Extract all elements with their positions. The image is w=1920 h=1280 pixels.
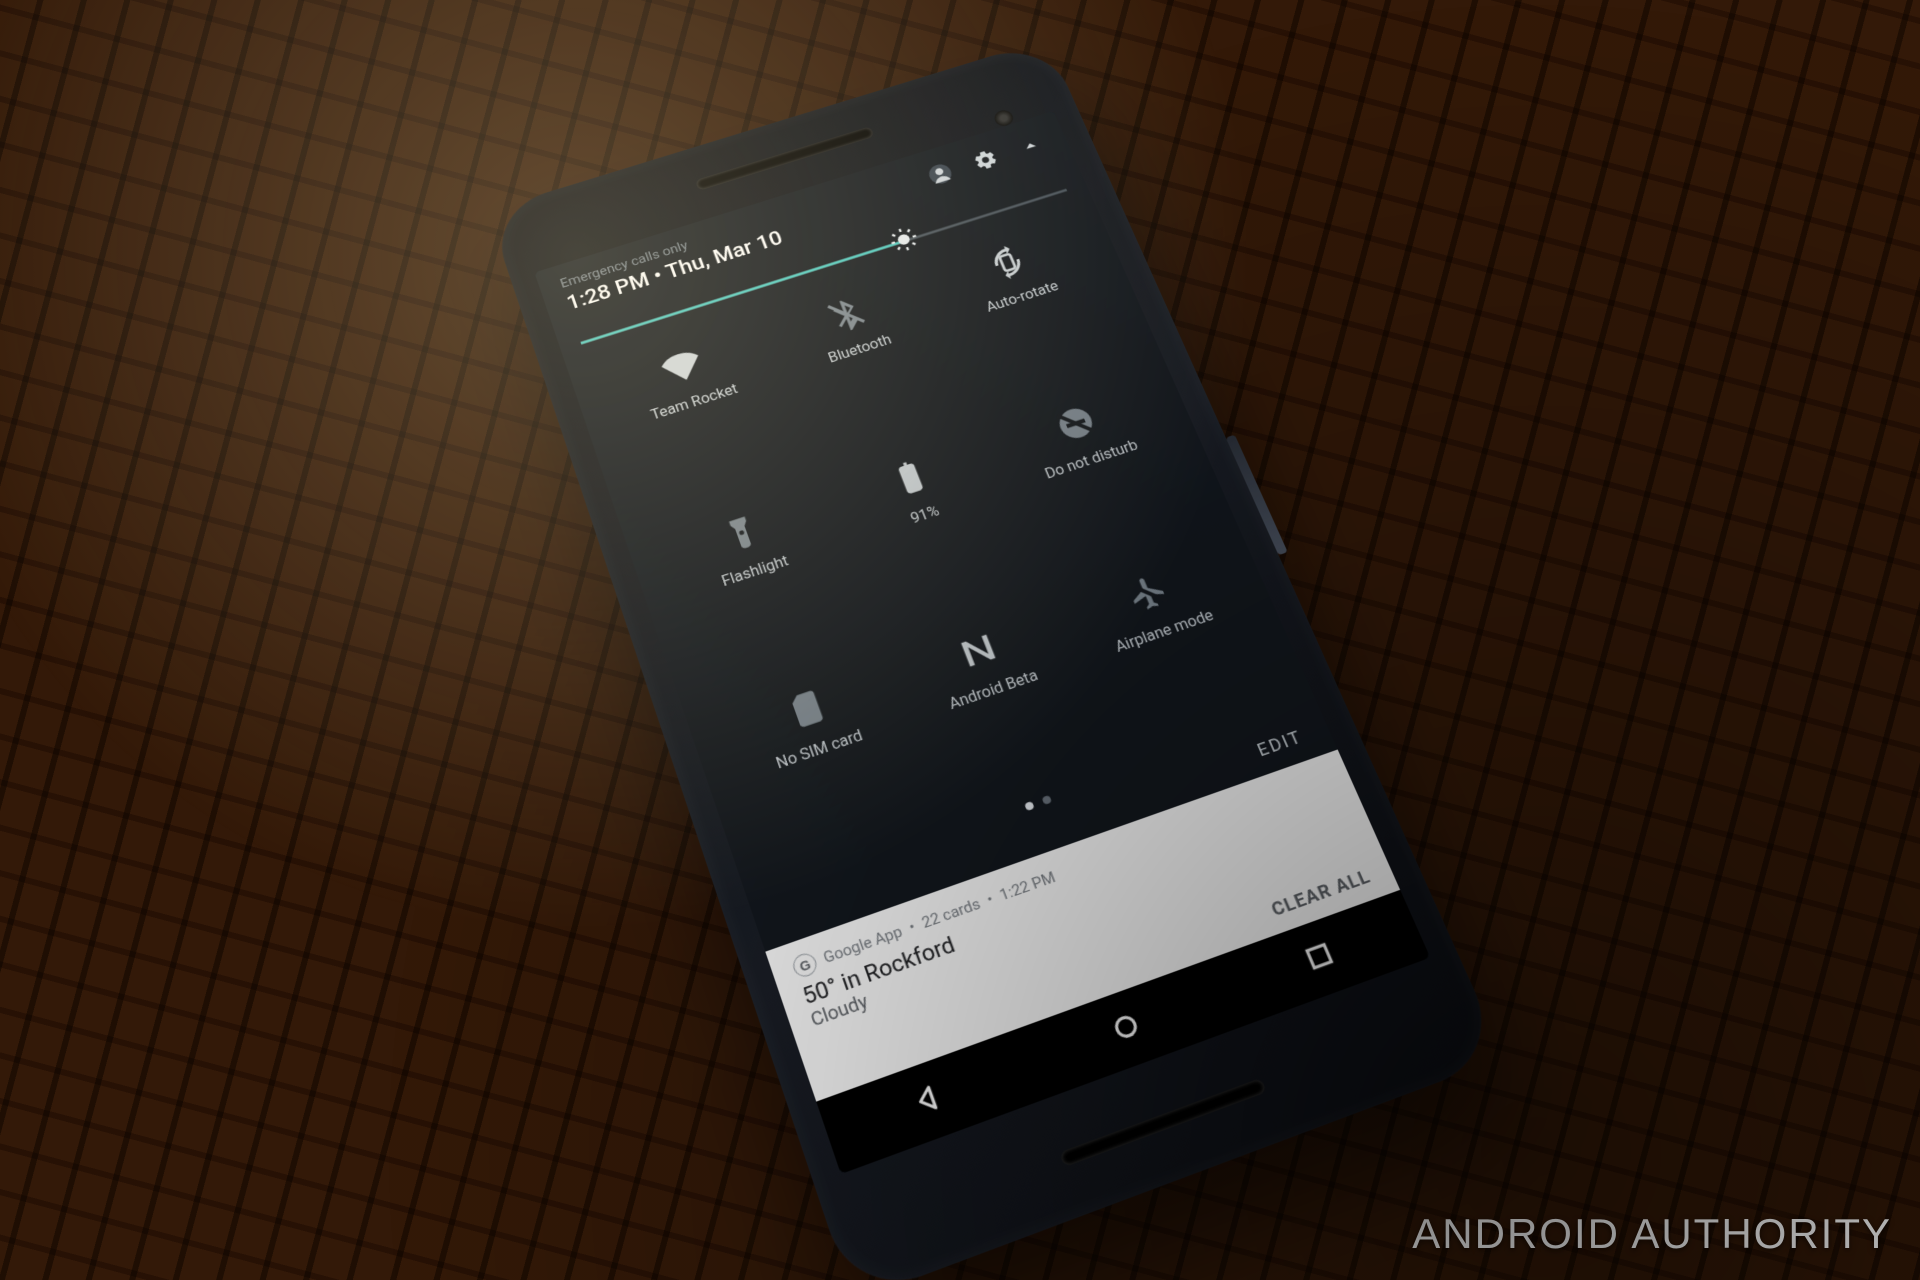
front-camera: [992, 108, 1016, 128]
tile-label: Flashlight: [719, 551, 790, 589]
clear-all-button[interactable]: CLEAR ALL: [1268, 866, 1374, 921]
nav-bar: [816, 890, 1430, 1174]
watermark-text: ANDROID AUTHORITY: [1412, 1210, 1892, 1258]
edit-button[interactable]: EDIT: [1254, 727, 1305, 761]
auto-rotate-icon: [979, 237, 1037, 288]
tile-label: Airplane mode: [1113, 606, 1216, 656]
android-n-icon: [947, 622, 1009, 680]
quick-settings-shade: Emergency calls only 1:28 PM • Thu, Mar …: [534, 111, 1337, 952]
earpiece-speaker: [695, 126, 875, 191]
gear-icon[interactable]: [970, 147, 1002, 176]
tile-label: 91%: [908, 501, 942, 526]
phone: G Google App • 22 cards • 1:22 PM 50° in…: [488, 39, 1505, 1280]
tile-nosim[interactable]: No SIM card: [755, 674, 865, 773]
chevron-down-icon[interactable]: [1015, 133, 1047, 162]
tile-wifi[interactable]: Team Rocket: [632, 334, 740, 423]
notification-area: G Google App • 22 cards • 1:22 PM 50° in…: [765, 749, 1400, 1101]
power-button: [1226, 435, 1288, 556]
tile-label: No SIM card: [774, 726, 865, 773]
tile-battery[interactable]: 91%: [880, 450, 950, 529]
app-chrome[interactable]: [1151, 856, 1247, 948]
tile-label: Do not disturb: [1042, 436, 1140, 482]
tile-dnd[interactable]: Do not disturb: [1022, 389, 1140, 482]
dnd-off-icon: [1046, 396, 1106, 450]
google-g-icon: G: [790, 950, 820, 979]
dock: [779, 786, 1400, 1101]
nav-back[interactable]: [908, 1078, 951, 1124]
home-screen: [534, 111, 1430, 1174]
tile-label: Auto-rotate: [984, 278, 1061, 316]
nav-recents[interactable]: [1298, 936, 1341, 980]
tile-flashlight[interactable]: Flashlight: [702, 502, 791, 589]
brightness-slider[interactable]: [575, 175, 1073, 359]
notification-cards: 22 cards: [919, 894, 983, 932]
notification-app: Google App: [821, 922, 905, 967]
screen: G Google App • 22 cards • 1:22 PM 50° in…: [534, 111, 1430, 1174]
app-google[interactable]: [1256, 819, 1352, 910]
pager-dots[interactable]: [770, 709, 1299, 901]
battery-icon: [880, 450, 940, 505]
tile-label: Android Beta: [946, 666, 1040, 713]
tile-bluetooth[interactable]: Bluetooth: [808, 285, 894, 366]
datetime-text: 1:28 PM • Thu, Mar 10: [564, 142, 1055, 315]
app-phone[interactable]: [827, 971, 922, 1066]
notification-title: 50° in Rockford: [800, 795, 1347, 1011]
wifi-icon: [653, 340, 711, 393]
app-messenger[interactable]: [936, 932, 1032, 1026]
brightness-icon: [886, 224, 923, 259]
quick-tiles-grid: Team Rocket Bluetooth Auto-rotate: [591, 219, 1293, 887]
airplane-off-icon: [1117, 565, 1179, 622]
bluetooth-off-icon: [817, 288, 875, 340]
nav-home[interactable]: [1105, 1006, 1148, 1051]
tile-label: Bluetooth: [826, 331, 894, 366]
notification-card[interactable]: G Google App • 22 cards • 1:22 PM 50° in…: [765, 749, 1386, 1068]
app-drawer[interactable]: [1044, 894, 1140, 987]
notification-time: 1:22 PM: [997, 868, 1058, 904]
tile-label: Team Rocket: [648, 380, 739, 423]
notification-subtitle: Cloudy: [808, 818, 1355, 1031]
bottom-speaker: [1059, 1078, 1267, 1167]
tile-airplane[interactable]: Airplane mode: [1092, 556, 1217, 656]
flashlight-icon: [712, 505, 772, 561]
tile-autorotate[interactable]: Auto-rotate: [965, 233, 1061, 315]
sim-icon: [774, 680, 836, 739]
photo-background: ANDROID AUTHORITY: [0, 0, 1920, 1280]
emergency-text: Emergency calls only: [558, 127, 1045, 291]
tile-android-beta[interactable]: Android Beta: [927, 615, 1041, 713]
user-avatar-icon[interactable]: [925, 161, 957, 191]
